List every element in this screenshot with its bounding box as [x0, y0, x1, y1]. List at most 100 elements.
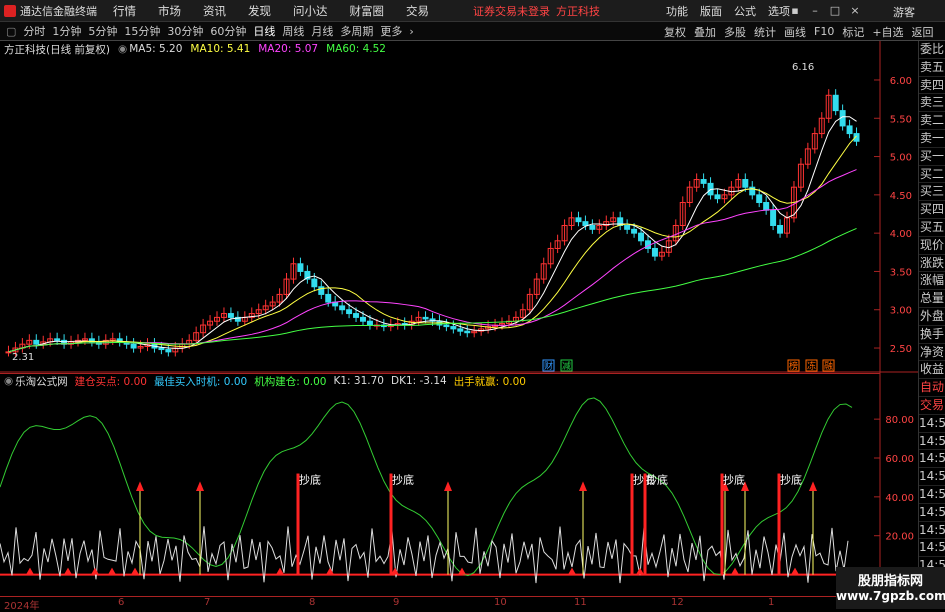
- quote-sidebar: 委比 卖五 卖四 卖三 卖二 卖一 买一 买二 买三 买四 买五 现价 涨跌 涨幅 总量 外盘 换手 净资 收益 自动…: [918, 41, 945, 609]
- ma5-value: MA5: 5.20: [129, 43, 183, 55]
- chaodi-bar-4: [720, 473, 724, 575]
- close-icon[interactable]: ×: [848, 4, 862, 18]
- title-stock-name: 方正科技: [556, 4, 600, 18]
- period-fenshi[interactable]: 分时: [23, 23, 45, 39]
- sidebar-item-22[interactable]: 14:56: [919, 433, 945, 451]
- sidebar-item-28[interactable]: 14:56: [919, 539, 945, 558]
- zero-marker-icon-2: [91, 567, 99, 575]
- zero-marker-icon-0: [26, 567, 34, 575]
- event-tag-1: 减: [562, 360, 571, 372]
- indicator-settings-icon[interactable]: ◉: [4, 375, 13, 387]
- btn-diejia[interactable]: 叠加: [694, 24, 716, 40]
- sidebar-item-3[interactable]: 卖三: [919, 94, 945, 113]
- sidebar-item-17[interactable]: 净资: [919, 344, 945, 362]
- btn-duogu[interactable]: 多股: [724, 24, 746, 40]
- btn-f10[interactable]: F10: [814, 25, 834, 38]
- menu-gongshi[interactable]: 公式: [734, 3, 756, 19]
- maximize-icon[interactable]: □: [828, 4, 842, 18]
- sidebar-item-2[interactable]: 卖四: [919, 77, 945, 95]
- period-5min[interactable]: 5分钟: [88, 23, 117, 39]
- sidebar-item-27[interactable]: 14:56: [919, 522, 945, 540]
- btn-huaxian[interactable]: 画线: [784, 24, 806, 40]
- zero-marker-icon-1: [64, 567, 72, 575]
- zero-marker-icon-9: [568, 567, 576, 575]
- buy-arrow-icon-3: [579, 481, 587, 492]
- period-multi[interactable]: 多周期: [340, 23, 373, 39]
- candle-body: [742, 179, 749, 188]
- period-monthly[interactable]: 月线: [311, 23, 333, 39]
- sidebar-item-14[interactable]: 总量: [919, 290, 945, 308]
- sidebar-item-16[interactable]: 换手: [919, 326, 945, 344]
- event-tag-2: 榜: [789, 360, 798, 372]
- guest-label[interactable]: 游客: [893, 4, 915, 20]
- btn-tongji[interactable]: 统计: [754, 24, 776, 40]
- menu-gongneng[interactable]: 功能: [666, 3, 688, 19]
- sidebar-item-10[interactable]: 买五: [919, 219, 945, 237]
- menu-xuanxiang[interactable]: 选项: [768, 3, 790, 19]
- sidebar-item-4[interactable]: 卖二: [919, 112, 945, 130]
- ma60-value: MA60: 4.52: [326, 43, 386, 55]
- period-weekly[interactable]: 周线: [282, 23, 304, 39]
- sidebar-item-13[interactable]: 涨幅: [919, 272, 945, 291]
- menu-jiaoyi[interactable]: 交易: [406, 3, 429, 19]
- price-tick-label-6: 3.00: [890, 306, 912, 317]
- skin-icon[interactable]: ▪: [788, 4, 802, 18]
- candle-body: [339, 305, 346, 311]
- low-price-label: 2.31: [12, 352, 34, 363]
- minimize-icon[interactable]: –: [808, 4, 822, 18]
- k1-value: K1: 31.70: [333, 375, 384, 387]
- dk1-value: DK1: -3.14: [390, 375, 447, 387]
- ma10-value: MA10: 5.41: [190, 43, 251, 55]
- menu-faxian[interactable]: 发现: [248, 3, 271, 19]
- sidebar-item-21[interactable]: 14:56: [919, 415, 945, 433]
- candle-body: [353, 313, 360, 318]
- menu-wenxiaoda[interactable]: 问小达: [293, 3, 328, 19]
- btn-biaoji[interactable]: 标记: [842, 24, 864, 40]
- zero-marker-icon-4: [131, 567, 139, 575]
- sidebar-item-20[interactable]: 交易: [919, 397, 945, 415]
- sidebar-item-1[interactable]: 卖五: [919, 59, 945, 77]
- sidebar-item-0[interactable]: 委比: [919, 41, 945, 59]
- btn-fuquan[interactable]: 复权: [664, 24, 686, 40]
- price-tick-label-5: 3.50: [890, 267, 912, 278]
- sidebar-item-6[interactable]: 买一: [919, 148, 945, 166]
- menu-zixun[interactable]: 资讯: [203, 3, 226, 19]
- app-logo-icon: [4, 4, 16, 17]
- settings-icon[interactable]: ◉: [118, 43, 127, 55]
- toggle-icon[interactable]: ▢: [6, 25, 16, 38]
- period-15min[interactable]: 15分钟: [124, 23, 160, 39]
- menu-hangqing[interactable]: 行情: [113, 3, 136, 19]
- sidebar-item-7[interactable]: 买二: [919, 166, 945, 184]
- candle-body: [756, 194, 763, 204]
- sidebar-item-9[interactable]: 买四: [919, 201, 945, 219]
- sidebar-item-23[interactable]: 14:56: [919, 450, 945, 469]
- btn-zixuan[interactable]: +自选: [872, 24, 903, 40]
- sidebar-item-26[interactable]: 14:56: [919, 504, 945, 522]
- candle-body: [714, 194, 721, 200]
- chevron-right-icon[interactable]: ›: [409, 25, 413, 38]
- sidebar-item-24[interactable]: 14:56: [919, 468, 945, 486]
- sidebar-item-15[interactable]: 外盘: [919, 308, 945, 326]
- period-30min[interactable]: 30分钟: [167, 23, 203, 39]
- login-notice[interactable]: 证券交易未登录: [473, 3, 550, 19]
- candle-body: [297, 263, 304, 272]
- sidebar-item-19[interactable]: 自动: [919, 379, 945, 397]
- menu-shichang[interactable]: 市场: [158, 3, 181, 19]
- period-daily[interactable]: 日线: [253, 23, 275, 39]
- btn-fanhui[interactable]: 返回: [912, 24, 934, 40]
- candle-body: [450, 326, 457, 330]
- menu-caifuquan[interactable]: 财富圈: [350, 3, 385, 19]
- sidebar-item-18[interactable]: 收益: [919, 361, 945, 380]
- candle-body: [359, 316, 366, 322]
- event-tag-4: 融: [824, 361, 833, 372]
- period-more[interactable]: 更多: [380, 23, 402, 39]
- sidebar-item-5[interactable]: 卖一: [919, 130, 945, 148]
- sidebar-item-8[interactable]: 买三: [919, 183, 945, 202]
- period-60min[interactable]: 60分钟: [210, 23, 246, 39]
- menu-banmian[interactable]: 版面: [700, 3, 722, 19]
- sidebar-item-25[interactable]: 14:56: [919, 486, 945, 504]
- sidebar-item-12[interactable]: 涨跌: [919, 255, 945, 273]
- period-1min[interactable]: 1分钟: [52, 23, 81, 39]
- sidebar-item-11[interactable]: 现价: [919, 237, 945, 255]
- price-tick-label-3: 4.50: [890, 191, 912, 202]
